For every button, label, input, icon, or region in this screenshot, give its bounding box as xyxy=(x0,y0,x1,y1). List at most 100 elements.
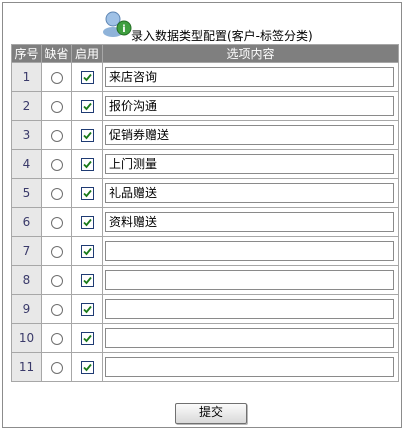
row-index: 10 xyxy=(11,323,42,353)
enabled-cell xyxy=(71,236,103,266)
enabled-cell xyxy=(71,178,103,208)
row-index: 11 xyxy=(11,352,42,382)
table-row: 2 报价沟通 xyxy=(11,91,399,121)
content-cell xyxy=(102,323,399,353)
default-cell xyxy=(41,178,72,208)
enabled-checkbox[interactable] xyxy=(80,361,94,374)
enabled-checkbox[interactable] xyxy=(80,129,94,142)
user-info-icon: i xyxy=(101,8,135,38)
table-row: 10 xyxy=(11,323,399,353)
content-cell: 上门测量 xyxy=(102,149,399,179)
enabled-checkbox[interactable] xyxy=(80,332,94,345)
default-cell xyxy=(41,120,72,150)
row-index: 8 xyxy=(11,265,42,295)
content-cell: 报价沟通 xyxy=(102,91,399,121)
option-content-input[interactable] xyxy=(105,328,394,348)
default-radio[interactable] xyxy=(50,361,63,374)
enabled-cell xyxy=(71,294,103,324)
config-panel: i 录入数据类型配置(客户-标签分类) 序号 缺省 启用 选项内容 1 来店咨询 2… xyxy=(2,2,402,428)
col-header-enabled: 启用 xyxy=(71,44,103,63)
enabled-cell xyxy=(71,265,103,295)
default-radio[interactable] xyxy=(50,187,63,200)
page-title: 录入数据类型配置(客户-标签分类) xyxy=(131,29,313,43)
enabled-cell xyxy=(71,352,103,382)
row-index: 3 xyxy=(11,120,42,150)
content-cell xyxy=(102,352,399,382)
default-radio[interactable] xyxy=(50,274,63,287)
row-index: 7 xyxy=(11,236,42,266)
enabled-checkbox[interactable] xyxy=(80,216,94,229)
content-cell: 礼品赠送 xyxy=(102,178,399,208)
content-cell xyxy=(102,265,399,295)
table-row: 3 促销券赠送 xyxy=(11,120,399,150)
option-content-input[interactable] xyxy=(105,270,394,290)
row-index: 1 xyxy=(11,62,42,92)
enabled-checkbox[interactable] xyxy=(80,158,94,171)
default-cell xyxy=(41,207,72,237)
enabled-cell xyxy=(71,62,103,92)
default-cell xyxy=(41,294,72,324)
enabled-cell xyxy=(71,91,103,121)
option-content-input[interactable]: 资料赠送 xyxy=(105,212,394,232)
table-row: 11 xyxy=(11,352,399,382)
default-cell xyxy=(41,91,72,121)
option-content-input[interactable]: 上门测量 xyxy=(105,154,394,174)
option-content-input[interactable]: 报价沟通 xyxy=(105,96,394,116)
default-cell xyxy=(41,62,72,92)
enabled-checkbox[interactable] xyxy=(80,274,94,287)
default-radio[interactable] xyxy=(50,129,63,142)
default-cell xyxy=(41,236,72,266)
default-radio[interactable] xyxy=(50,158,63,171)
default-radio[interactable] xyxy=(50,303,63,316)
table-header-row: 序号 缺省 启用 选项内容 xyxy=(11,44,399,63)
row-index: 5 xyxy=(11,178,42,208)
row-index: 4 xyxy=(11,149,42,179)
enabled-cell xyxy=(71,323,103,353)
option-content-input[interactable]: 来店咨询 xyxy=(105,67,394,87)
default-radio[interactable] xyxy=(50,332,63,345)
default-radio[interactable] xyxy=(50,245,63,258)
table-row: 5 礼品赠送 xyxy=(11,178,399,208)
row-index: 2 xyxy=(11,91,42,121)
col-header-content: 选项内容 xyxy=(102,44,399,63)
enabled-cell xyxy=(71,207,103,237)
default-radio[interactable] xyxy=(50,71,63,84)
default-radio[interactable] xyxy=(50,216,63,229)
row-index: 9 xyxy=(11,294,42,324)
enabled-checkbox[interactable] xyxy=(80,187,94,200)
default-radio[interactable] xyxy=(50,100,63,113)
default-cell xyxy=(41,149,72,179)
table-row: 6 资料赠送 xyxy=(11,207,399,237)
enabled-checkbox[interactable] xyxy=(80,100,94,113)
enabled-checkbox[interactable] xyxy=(80,303,94,316)
enabled-cell xyxy=(71,120,103,150)
option-content-input[interactable] xyxy=(105,357,394,377)
table-row: 4 上门测量 xyxy=(11,149,399,179)
default-cell xyxy=(41,323,72,353)
option-content-input[interactable]: 礼品赠送 xyxy=(105,183,394,203)
col-header-index: 序号 xyxy=(11,44,42,63)
content-cell: 来店咨询 xyxy=(102,62,399,92)
col-header-default: 缺省 xyxy=(41,44,72,63)
table-row: 1 来店咨询 xyxy=(11,62,399,92)
header: i 录入数据类型配置(客户-标签分类) xyxy=(3,3,401,47)
content-cell: 促销券赠送 xyxy=(102,120,399,150)
submit-button[interactable]: 提交 xyxy=(175,403,247,424)
content-cell xyxy=(102,294,399,324)
option-content-input[interactable] xyxy=(105,299,394,319)
option-content-input[interactable] xyxy=(105,241,394,261)
default-cell xyxy=(41,265,72,295)
svg-text:i: i xyxy=(122,24,125,35)
option-content-input[interactable]: 促销券赠送 xyxy=(105,125,394,145)
table-row: 8 xyxy=(11,265,399,295)
default-cell xyxy=(41,352,72,382)
enabled-cell xyxy=(71,149,103,179)
table-row: 9 xyxy=(11,294,399,324)
content-cell xyxy=(102,236,399,266)
row-index: 6 xyxy=(11,207,42,237)
options-table: 序号 缺省 启用 选项内容 1 来店咨询 2 报价沟通 3 促销券赠送 4 上门测量 5 礼品赠送… xyxy=(11,44,399,382)
content-cell: 资料赠送 xyxy=(102,207,399,237)
table-row: 7 xyxy=(11,236,399,266)
enabled-checkbox[interactable] xyxy=(80,71,94,84)
enabled-checkbox[interactable] xyxy=(80,245,94,258)
